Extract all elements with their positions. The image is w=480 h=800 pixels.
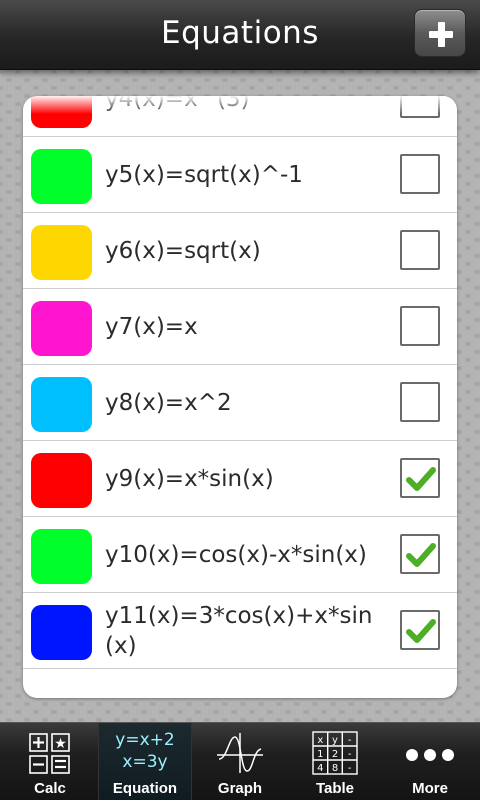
equation-label[interactable]: y9(x)=x*sin(x) xyxy=(105,441,395,517)
graph-icon xyxy=(217,733,263,773)
color-swatch[interactable] xyxy=(31,96,92,128)
visibility-checkbox[interactable] xyxy=(400,154,440,194)
visibility-checkbox[interactable] xyxy=(400,230,440,270)
equation-icon: y=x+2 x=3y xyxy=(115,730,175,772)
table-icon-cell: 2 xyxy=(332,749,338,760)
page-title: Equations xyxy=(161,15,319,51)
color-swatch[interactable] xyxy=(31,225,92,280)
visibility-checkbox[interactable] xyxy=(400,534,440,574)
add-equation-button[interactable] xyxy=(414,9,466,57)
equation-label[interactable]: y10(x)=cos(x)-x*sin(x) xyxy=(105,517,395,593)
color-swatch[interactable] xyxy=(31,453,92,508)
tab-graph[interactable]: Graph xyxy=(193,723,287,800)
table-icon-cell: - xyxy=(348,763,352,774)
equation-label[interactable]: y6(x)=sqrt(x) xyxy=(105,213,395,289)
tab-more-label: More xyxy=(412,780,448,797)
color-swatch[interactable] xyxy=(31,605,92,660)
color-swatch[interactable] xyxy=(31,301,92,356)
equation-row[interactable]: y6(x)=sqrt(x) xyxy=(23,213,457,289)
equation-label[interactable]: y11(x)=3*cos(x)+x*sin(x) xyxy=(105,593,395,669)
equation-label[interactable]: y5(x)=sqrt(x)^-1 xyxy=(105,137,395,213)
equation-row[interactable]: y7(x)=x xyxy=(23,289,457,365)
visibility-checkbox[interactable] xyxy=(400,382,440,422)
equation-list-inner: y4(x)=x^(3) y5(x)=sqrt(x)^-1 y6(x)=sqrt(x)… xyxy=(23,96,457,669)
check-icon xyxy=(406,543,436,567)
tab-equation[interactable]: y=x+2 x=3y Equation xyxy=(98,723,192,800)
check-icon xyxy=(406,619,436,643)
more-dots-icon xyxy=(406,749,454,761)
tab-more[interactable]: More xyxy=(383,723,477,800)
table-icon-cell: 1 xyxy=(317,749,323,760)
tab-calc-label: Calc xyxy=(34,780,66,797)
svg-text:★: ★ xyxy=(54,736,67,752)
equation-label[interactable]: y4(x)=x^(3) xyxy=(105,96,395,137)
tab-table-label: Table xyxy=(315,780,355,797)
visibility-checkbox[interactable] xyxy=(400,458,440,498)
equation-row[interactable]: y11(x)=3*cos(x)+x*sin(x) xyxy=(23,593,457,669)
visibility-checkbox[interactable] xyxy=(400,610,440,650)
equation-row[interactable]: y9(x)=x*sin(x) xyxy=(23,441,457,517)
check-icon xyxy=(406,467,436,491)
equation-list[interactable]: y4(x)=x^(3) y5(x)=sqrt(x)^-1 y6(x)=sqrt(x)… xyxy=(23,96,457,698)
color-swatch[interactable] xyxy=(31,149,92,204)
table-icon-cell: - xyxy=(348,735,352,746)
bottom-tab-bar: ★ Calc y=x+2 x=3y Equation Graph x y - 1… xyxy=(0,722,480,800)
visibility-checkbox[interactable] xyxy=(400,96,440,118)
table-icon-cell: - xyxy=(348,749,352,760)
table-icon: x y - 1 2 - 4 8 - xyxy=(312,731,358,775)
equation-row[interactable]: y5(x)=sqrt(x)^-1 xyxy=(23,137,457,213)
color-swatch[interactable] xyxy=(31,377,92,432)
equation-row[interactable]: y10(x)=cos(x)-x*sin(x) xyxy=(23,517,457,593)
table-icon-cell: y xyxy=(332,735,338,746)
tab-calc[interactable]: ★ Calc xyxy=(3,723,97,800)
visibility-checkbox[interactable] xyxy=(400,306,440,346)
equation-label[interactable]: y8(x)=x^2 xyxy=(105,365,395,441)
equation-label[interactable]: y7(x)=x xyxy=(105,289,395,365)
table-icon-cell: 4 xyxy=(317,763,323,774)
equation-row[interactable]: y4(x)=x^(3) xyxy=(23,96,457,137)
tab-table[interactable]: x y - 1 2 - 4 8 - Table xyxy=(288,723,382,800)
equation-row[interactable]: y8(x)=x^2 xyxy=(23,365,457,441)
table-icon-cell: 8 xyxy=(332,763,338,774)
tab-equation-label: Equation xyxy=(112,780,178,797)
tab-graph-label: Graph xyxy=(217,780,263,797)
color-swatch[interactable] xyxy=(31,529,92,584)
header-bar: Equations xyxy=(0,0,480,70)
table-icon-cell: x xyxy=(317,735,323,746)
calculator-icon: ★ xyxy=(29,733,70,774)
